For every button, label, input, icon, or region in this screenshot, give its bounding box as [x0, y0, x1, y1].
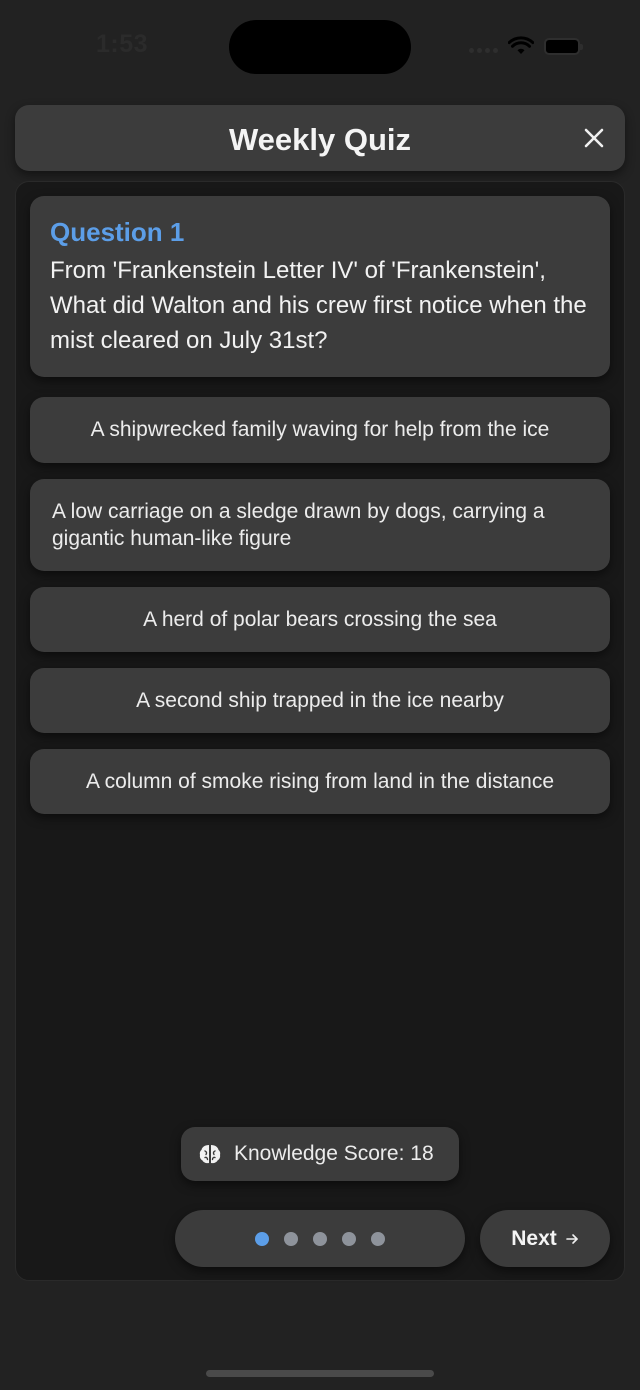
page-dot-1[interactable] [255, 1231, 269, 1246]
question-text: From 'Frankenstein Letter IV' of 'Franke… [50, 257, 587, 354]
knowledge-score-badge: Knowledge Score: 18 [181, 1127, 459, 1181]
answer-option-5[interactable]: A column of smoke rising from land in th… [30, 749, 610, 814]
close-button[interactable] [577, 121, 611, 155]
page-title: Weekly Quiz [228, 122, 412, 157]
answer-option-1[interactable]: A shipwrecked family waving for help fro… [30, 397, 610, 463]
dynamic-island [229, 20, 411, 74]
question-card: Question 1 From 'Frankenstein Letter IV'… [30, 196, 610, 377]
page-dot-5[interactable] [371, 1231, 385, 1246]
battery-icon [544, 37, 583, 55]
brain-icon [199, 1145, 221, 1164]
question-number: Question 1 [50, 217, 185, 247]
status-time: 1:53 [96, 30, 149, 58]
page-dot-4[interactable] [342, 1231, 356, 1246]
cellular-signal-icon [469, 40, 498, 53]
answer-option-3[interactable]: A herd of polar bears crossing the sea [30, 587, 610, 652]
page-dot-3[interactable] [313, 1231, 327, 1246]
answer-option-4[interactable]: A second ship trapped in the ice nearby [30, 668, 610, 733]
next-button-label: Next [511, 1226, 557, 1250]
answer-option-2[interactable]: A low carriage on a sledge drawn by dogs… [30, 479, 610, 571]
question-pagination [175, 1210, 465, 1267]
status-icons [469, 36, 583, 56]
page-dot-2[interactable] [284, 1231, 298, 1246]
quiz-header: Weekly Quiz [15, 105, 625, 171]
knowledge-score-label: Knowledge Score: 18 [234, 1142, 434, 1165]
wifi-icon [508, 36, 534, 54]
status-bar: 1:53 [0, 0, 640, 96]
next-button[interactable]: Next [480, 1210, 610, 1267]
close-icon [584, 128, 604, 148]
home-indicator [206, 1370, 434, 1377]
arrow-right-icon [565, 1233, 578, 1244]
